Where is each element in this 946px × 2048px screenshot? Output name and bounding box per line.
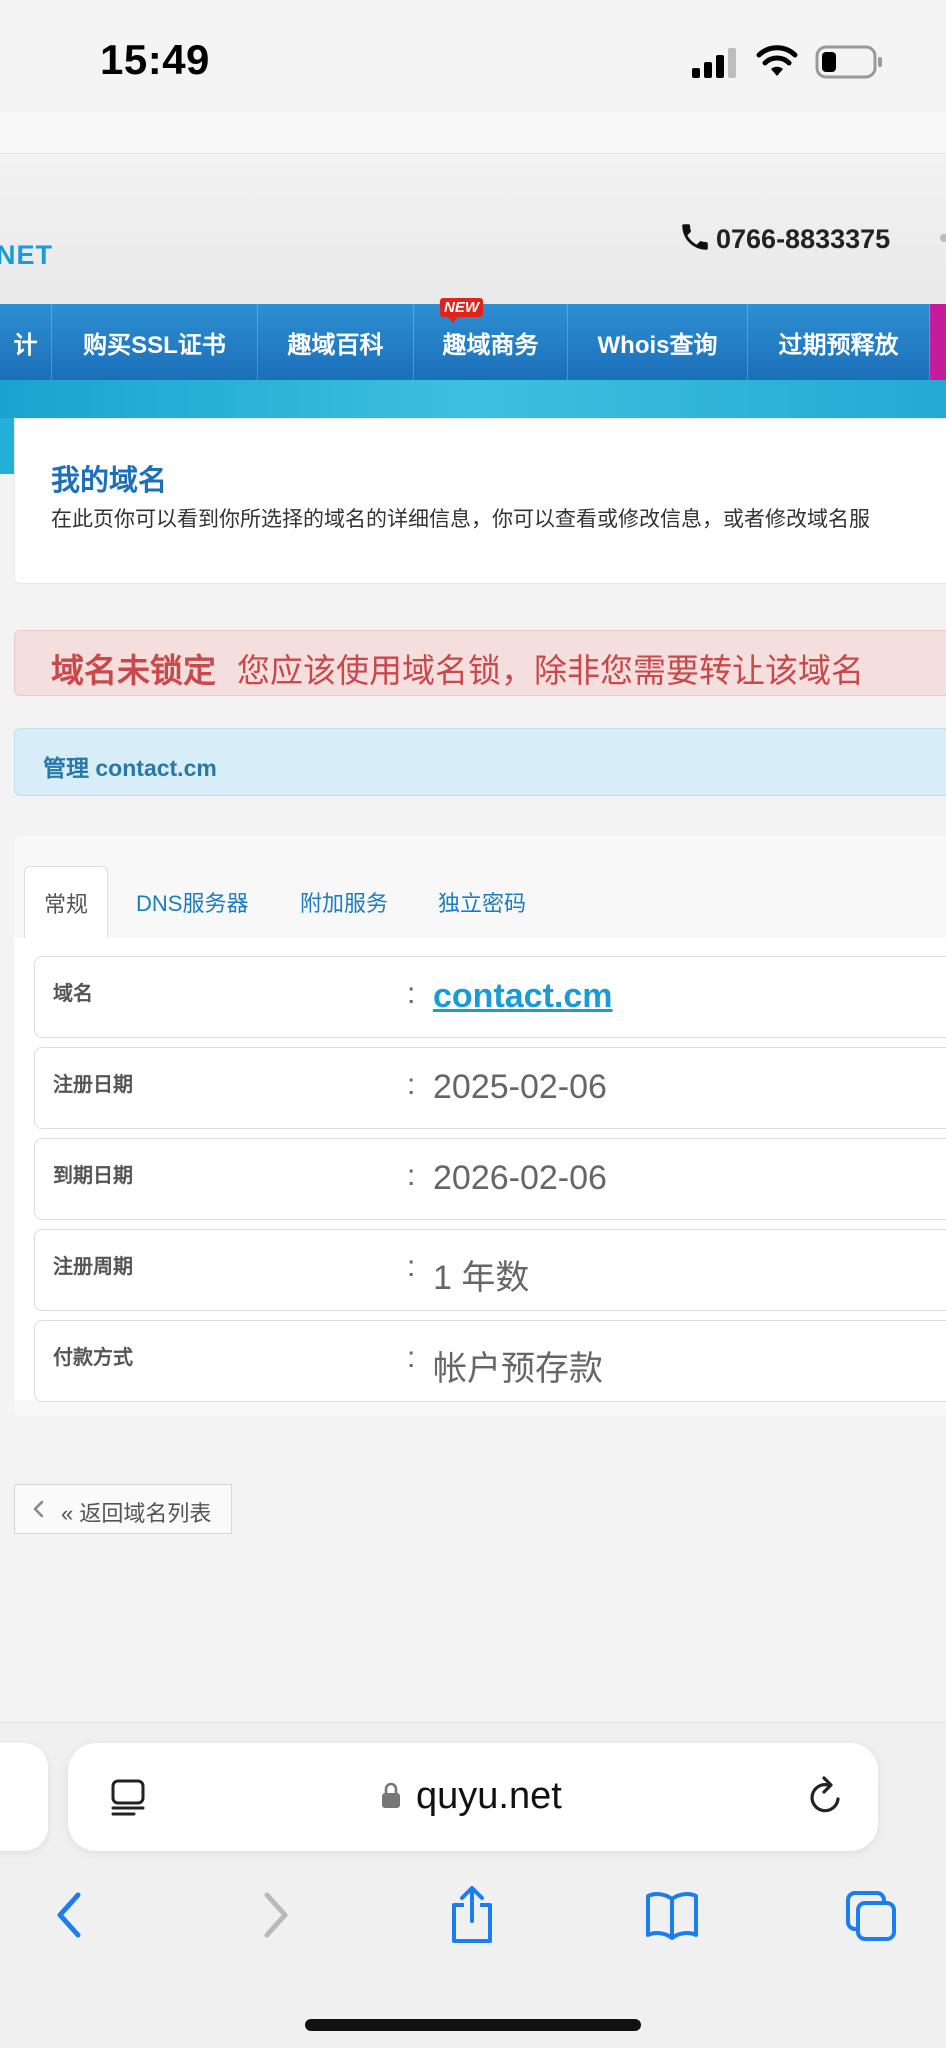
new-badge: NEW — [440, 298, 483, 323]
detail-row-registration-period: 注册周期 : 1 年数 — [34, 1229, 946, 1311]
detail-value: 1 年数 — [433, 1259, 530, 1297]
manage-domain-label: 管理 contact.cm — [43, 755, 217, 781]
nav-item-label: 过期预释放 — [778, 331, 899, 359]
tab-label: 独立密码 — [438, 891, 527, 916]
alert-title: 域名未锁定 — [51, 652, 216, 689]
nav-item-label: 趣域商务 — [442, 331, 539, 359]
page-title: 我的域名 — [51, 465, 168, 497]
detail-row-registration-date: 注册日期 : 2025-02-06 — [34, 1047, 946, 1129]
web-page: NET 0766-8833375 计 购买SSL证书 趣域百科 NEW 趣域商务… — [0, 112, 946, 1722]
tab-independent-password[interactable]: 独立密码 — [438, 866, 526, 938]
back-icon[interactable] — [42, 1885, 98, 1945]
nav-item-expired-release[interactable]: 过期预释放 — [748, 304, 930, 380]
forward-icon[interactable] — [247, 1885, 303, 1945]
tabs-icon[interactable] — [844, 1885, 900, 1945]
detail-colon: : — [407, 1250, 416, 1283]
back-button-label: « 返回域名列表 — [61, 1501, 212, 1526]
banner-strip — [0, 380, 946, 418]
alert-message: 您应该使用域名锁，除非您需要转让该域名 — [237, 652, 864, 689]
header-dot — [940, 234, 946, 242]
status-bar: 15:49 — [0, 0, 946, 115]
detail-colon: : — [407, 1341, 416, 1374]
detail-row-domain: 域名 : contact.cm — [34, 956, 946, 1038]
browser-toolbar: quyu.net — [0, 1722, 946, 2048]
tab-addon-services[interactable]: 附加服务 — [300, 866, 388, 938]
tab-label: 常规 — [43, 891, 88, 917]
detail-label: 注册日期 — [53, 1074, 133, 1096]
reader-icon[interactable] — [108, 1777, 148, 1817]
address-bar[interactable]: quyu.net — [68, 1743, 878, 1851]
manage-domain-box: 管理 contact.cm — [14, 728, 946, 796]
page-description: 在此页你可以看到你所选择的域名的详细信息，你可以查看或修改信息，或者修改域名服 — [51, 508, 870, 531]
nav-item-label: 趣域百科 — [287, 331, 384, 359]
bookmarks-icon[interactable] — [644, 1885, 700, 1945]
intro-card: 我的域名 在此页你可以看到你所选择的域名的详细信息，你可以查看或修改信息，或者修… — [14, 418, 946, 584]
tab-label: 附加服务 — [300, 891, 389, 916]
detail-colon: : — [407, 1068, 416, 1101]
nav-item-buy-ssl[interactable]: 购买SSL证书 — [52, 304, 258, 380]
site-logo[interactable]: NET — [0, 240, 53, 271]
battery-icon — [815, 45, 882, 79]
previous-tab-preview[interactable] — [0, 1743, 48, 1851]
detail-colon: : — [407, 977, 416, 1010]
nav-item-label: 购买SSL证书 — [83, 331, 226, 359]
detail-value: 帐户预存款 — [433, 1350, 603, 1388]
top-strip — [0, 112, 946, 154]
nav-item-wiki[interactable]: 趣域百科 — [258, 304, 414, 380]
domain-lock-alert: 域名未锁定 您应该使用域名锁，除非您需要转让该域名 — [14, 630, 946, 696]
phone-icon — [682, 224, 708, 250]
left-accent — [0, 418, 14, 474]
domain-tabs-panel: 常规 DNS服务器 附加服务 独立密码 域名 : contact.cm 注册日期… — [14, 836, 946, 1416]
wifi-icon — [756, 45, 798, 76]
domain-link[interactable]: contact.cm — [433, 977, 613, 1016]
nav-item-design[interactable]: 计 — [0, 304, 52, 380]
home-indicator — [305, 2019, 641, 2031]
url-text[interactable]: quyu.net — [416, 1775, 562, 1818]
detail-value: 2026-02-06 — [433, 1159, 607, 1197]
tab-general[interactable]: 常规 — [24, 866, 108, 938]
main-nav: 计 购买SSL证书 趣域百科 NEW 趣域商务 Whois查询 过期预释放 — [0, 298, 946, 380]
reload-icon[interactable] — [804, 1775, 848, 1819]
nav-item-whois[interactable]: Whois查询 — [568, 304, 748, 380]
detail-label: 到期日期 — [53, 1165, 133, 1187]
tab-label: DNS服务器 — [136, 891, 249, 916]
chevron-left-icon — [33, 1500, 44, 1518]
phone-number[interactable]: 0766-8833375 — [716, 224, 890, 255]
detail-row-expiry-date: 到期日期 : 2026-02-06 — [34, 1138, 946, 1220]
nav-item-partial[interactable] — [930, 304, 946, 380]
detail-label: 注册周期 — [53, 1256, 133, 1278]
tab-dns-servers[interactable]: DNS服务器 — [136, 866, 248, 938]
back-to-domain-list-button[interactable]: « 返回域名列表 — [14, 1484, 232, 1534]
nav-item-label: Whois查询 — [597, 331, 718, 359]
detail-value: 2025-02-06 — [433, 1068, 607, 1106]
nav-item-label: 计 — [13, 331, 38, 359]
lock-icon — [382, 1782, 400, 1808]
cellular-signal-icon — [692, 48, 736, 78]
detail-row-payment-method: 付款方式 : 帐户预存款 — [34, 1320, 946, 1402]
nav-item-business[interactable]: NEW 趣域商务 — [414, 298, 568, 380]
share-icon[interactable] — [444, 1885, 500, 1945]
tab-content: 域名 : contact.cm 注册日期 : 2025-02-06 到期日期 :… — [14, 938, 946, 1402]
status-time: 15:49 — [100, 36, 210, 83]
detail-label: 付款方式 — [53, 1347, 133, 1369]
detail-colon: : — [407, 1159, 416, 1192]
detail-label: 域名 — [53, 983, 93, 1005]
